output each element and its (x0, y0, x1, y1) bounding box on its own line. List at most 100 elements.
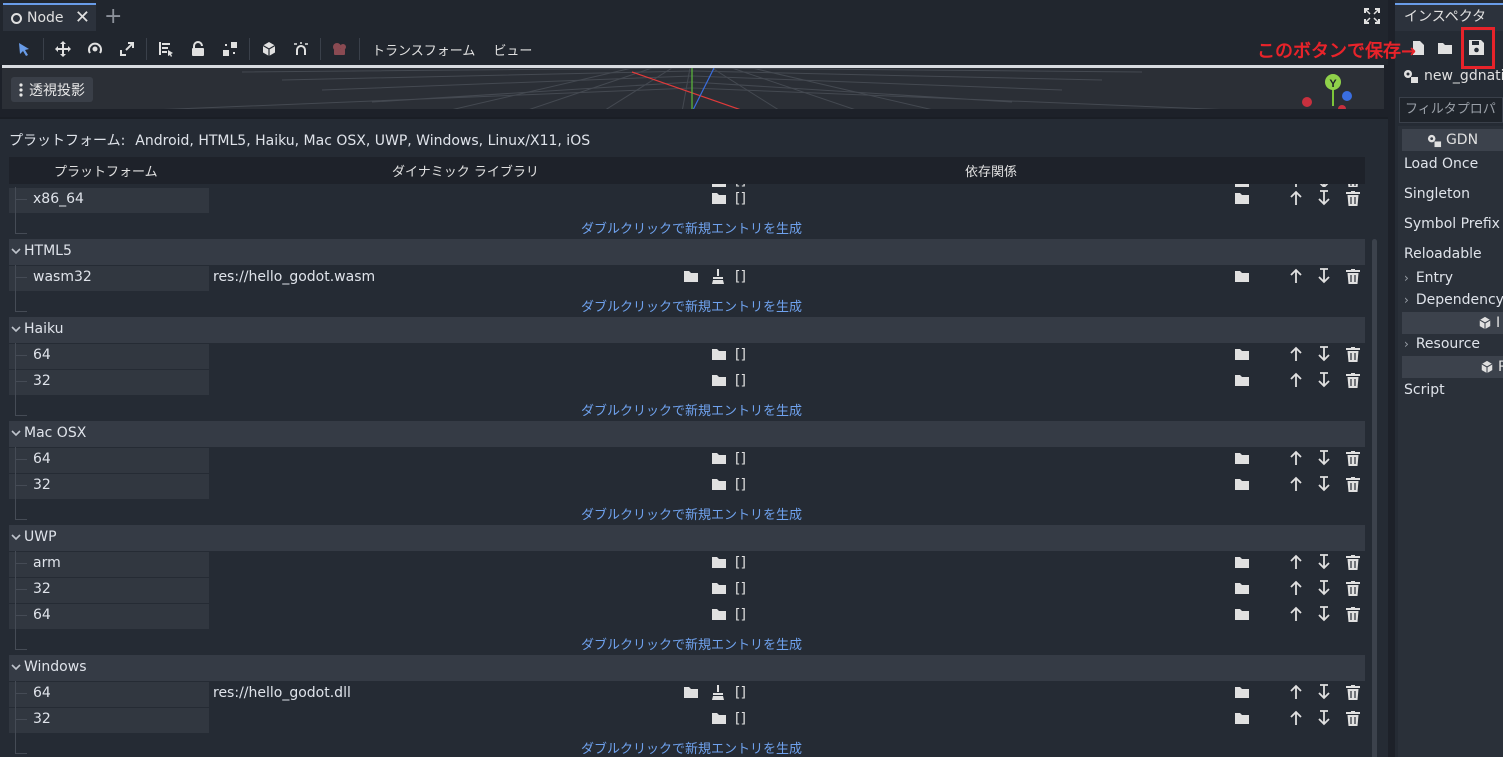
chevron-down-icon[interactable] (11, 247, 21, 255)
folder-icon[interactable] (712, 348, 726, 360)
move-down-icon[interactable] (1318, 372, 1330, 388)
folder-icon[interactable] (712, 478, 726, 490)
dependency-folder-icon[interactable] (1235, 192, 1249, 204)
platform-group[interactable]: Windows (11, 659, 87, 675)
delete-icon[interactable] (1346, 607, 1360, 622)
lock-button[interactable] (182, 34, 214, 64)
dependency-folder-icon[interactable] (1235, 686, 1249, 698)
platform-group-row[interactable]: UWP (9, 525, 1365, 551)
clear-library-icon[interactable] (712, 269, 724, 284)
scene-tab-node[interactable]: Node ✕ (3, 3, 96, 31)
library-path[interactable]: res://hello_godot.dll (213, 685, 351, 701)
new-entry-hint-row[interactable]: ダブルクリックで新規エントリを生成 (9, 629, 1365, 655)
architecture-row[interactable]: 32 [] (9, 577, 1365, 603)
folder-icon[interactable] (712, 712, 726, 724)
dependency-folder-icon[interactable] (1235, 452, 1249, 464)
dependency-folder-icon[interactable] (1235, 556, 1249, 568)
delete-icon[interactable] (1346, 685, 1360, 700)
edited-resource[interactable]: new_gdnati (1403, 68, 1503, 84)
new-entry-hint-row[interactable]: ダブルクリックで新規エントリを生成 (9, 291, 1365, 317)
chevron-down-icon[interactable] (11, 533, 21, 541)
scale-mode-button[interactable] (111, 34, 143, 64)
platform-group[interactable]: Mac OSX (11, 425, 86, 441)
delete-icon[interactable] (1346, 191, 1360, 206)
open-folder-icon[interactable] (1438, 42, 1452, 54)
distraction-free-icon[interactable] (1364, 8, 1380, 24)
axis-gizmo[interactable]: Y (1298, 68, 1368, 109)
platform-filter[interactable]: プラットフォーム: Android, HTML5, Haiku, Mac OSX,… (9, 130, 590, 150)
clear-library-icon[interactable] (712, 685, 724, 700)
dependency-folder-icon[interactable] (1235, 582, 1249, 594)
new-entry-hint[interactable]: ダブルクリックで新規エントリを生成 (581, 296, 802, 315)
list-select-button[interactable] (150, 34, 182, 64)
delete-icon[interactable] (1346, 581, 1360, 596)
dependency-folder-icon[interactable] (1235, 348, 1249, 360)
add-tab-button[interactable]: + (104, 6, 122, 28)
move-down-icon[interactable] (1318, 554, 1330, 570)
move-up-icon[interactable] (1290, 710, 1302, 726)
move-up-icon[interactable] (1290, 190, 1302, 206)
folder-icon[interactable] (684, 270, 698, 282)
move-up-icon[interactable] (1290, 346, 1302, 362)
dependency-folder-icon[interactable] (1235, 712, 1249, 724)
move-down-icon[interactable] (1318, 450, 1330, 466)
delete-icon[interactable] (1346, 347, 1360, 362)
new-entry-hint[interactable]: ダブルクリックで新規エントリを生成 (581, 634, 802, 653)
folder-icon[interactable] (712, 192, 726, 204)
architecture-row[interactable]: 32 [] (9, 707, 1365, 733)
library-path[interactable]: res://hello_godot.wasm (213, 269, 375, 285)
architecture-row[interactable]: 64 [] (9, 447, 1365, 473)
architecture-row[interactable]: x86_64 [] (9, 187, 1365, 213)
move-up-icon[interactable] (1290, 684, 1302, 700)
new-entry-hint-row[interactable]: ダブルクリックで新規エントリを生成 (9, 499, 1365, 525)
mesh-button[interactable] (253, 34, 285, 64)
architecture-row[interactable]: wasm32 res://hello_godot.wasm [] (9, 265, 1365, 291)
move-up-icon[interactable] (1290, 580, 1302, 596)
move-up-icon[interactable] (1290, 554, 1302, 570)
delete-icon[interactable] (1346, 711, 1360, 726)
new-entry-hint-row[interactable]: ダブルクリックで新規エントリを生成 (9, 733, 1365, 757)
move-down-icon[interactable] (1318, 346, 1330, 362)
move-up-icon[interactable] (1290, 476, 1302, 492)
vertical-scrollbar[interactable] (1372, 239, 1377, 757)
move-down-icon[interactable] (1318, 476, 1330, 492)
platform-group[interactable]: Haiku (11, 321, 64, 337)
prop-load-once[interactable]: Load Once (1404, 156, 1478, 172)
folder-icon[interactable] (712, 452, 726, 464)
platform-group-row[interactable]: Mac OSX (9, 421, 1365, 447)
move-up-icon[interactable] (1290, 606, 1302, 622)
chevron-down-icon[interactable] (11, 663, 21, 671)
folder-icon[interactable] (684, 686, 698, 698)
section-entry[interactable]: › Entry (1404, 270, 1453, 286)
folder-icon[interactable] (712, 556, 726, 568)
transform-menu[interactable]: トランスフォーム (363, 40, 484, 59)
platform-group-row[interactable]: HTML5 (9, 239, 1365, 265)
architecture-row[interactable]: 64 res://hello_godot.dll [] (9, 681, 1365, 707)
prop-singleton[interactable]: Singleton (1404, 186, 1470, 202)
platform-group-row[interactable]: Haiku (9, 317, 1365, 343)
move-mode-button[interactable] (47, 34, 79, 64)
move-up-icon[interactable] (1290, 268, 1302, 284)
prop-script[interactable]: Script (1404, 382, 1445, 398)
camera-override-button[interactable] (324, 34, 356, 64)
delete-icon[interactable] (1346, 477, 1360, 492)
new-entry-hint[interactable]: ダブルクリックで新規エントリを生成 (581, 218, 802, 237)
move-up-icon[interactable] (1290, 450, 1302, 466)
move-down-icon[interactable] (1318, 190, 1330, 206)
folder-icon[interactable] (712, 374, 726, 386)
dependency-folder-icon[interactable] (1235, 478, 1249, 490)
dependency-folder-icon[interactable] (1235, 374, 1249, 386)
move-down-icon[interactable] (1318, 710, 1330, 726)
platform-group-row[interactable]: Windows (9, 655, 1365, 681)
architecture-row[interactable]: 32 [] (9, 369, 1365, 395)
move-down-icon[interactable] (1318, 268, 1330, 284)
select-mode-button[interactable] (8, 34, 40, 64)
view-menu[interactable]: ビュー (484, 40, 541, 59)
move-up-icon[interactable] (1290, 372, 1302, 388)
architecture-row[interactable]: 64 [] (9, 343, 1365, 369)
chevron-down-icon[interactable] (11, 325, 21, 333)
prop-reloadable[interactable]: Reloadable (1404, 246, 1482, 262)
new-entry-hint-row[interactable]: ダブルクリックで新規エントリを生成 (9, 395, 1365, 421)
rotate-mode-button[interactable] (79, 34, 111, 64)
section-dependency[interactable]: › Dependency (1404, 292, 1503, 308)
